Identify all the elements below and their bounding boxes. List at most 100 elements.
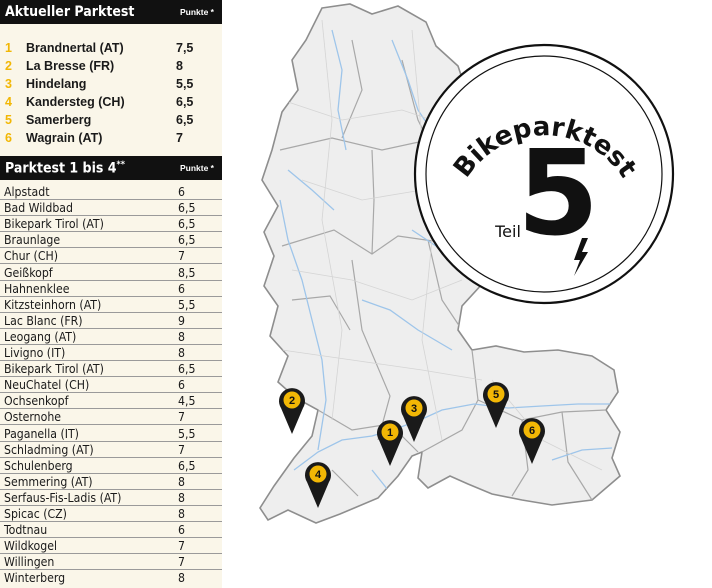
previous-test-row: Kitzsteinhorn (AT) 5,5 (0, 297, 222, 313)
park-name: Livigno (IT) (4, 346, 66, 360)
park-score: 8 (178, 507, 185, 521)
park-name: Ochsenkopf (4, 394, 69, 409)
previous-test-row: Bad Wildbad 6,5 (0, 200, 222, 217)
previous-test-row: Braunlage 6,5 (0, 232, 222, 249)
park-name: Schulenberg (4, 458, 73, 473)
park-name: Semmering (AT) (4, 474, 93, 489)
current-test-row: 5 Samerberg 6,5 (0, 112, 222, 129)
rank-number: 4 (5, 95, 12, 109)
park-score: 4,5 (178, 394, 196, 409)
park-name: Bikepark Tirol (AT) (4, 217, 104, 232)
current-test-header: Aktueller Parktest Punkte * (0, 0, 222, 24)
previous-test-row: Semmering (AT) 8 (0, 474, 222, 490)
park-score: 8 (178, 346, 185, 360)
badge-number: 5 (517, 124, 599, 262)
park-name: Willingen (4, 555, 55, 570)
park-score: 6,5 (176, 95, 194, 109)
park-score: 6,5 (178, 233, 196, 248)
park-score: 6 (178, 378, 185, 393)
rank-number: 1 (5, 41, 12, 55)
park-name: Kitzsteinhorn (AT) (4, 297, 102, 312)
park-name: Paganella (IT) (4, 426, 79, 441)
park-name: NeuChatel (CH) (4, 378, 90, 393)
park-name: Samerberg (26, 113, 92, 127)
previous-tests-header: Parktest 1 bis 4** Punkte * (0, 156, 222, 180)
previous-test-row: Leogang (AT) 8 (0, 329, 222, 345)
park-name: Brandnertal (AT) (26, 41, 124, 55)
marker-number: 3 (411, 403, 417, 415)
bikeparktest-badge: Bikeparktest 5 Teil (413, 43, 675, 305)
park-score: 6,5 (178, 217, 196, 232)
current-test-row: 6 Wagrain (AT) 7 (0, 130, 222, 147)
current-test-title: Aktueller Parktest (5, 4, 135, 20)
previous-test-row: Schulenberg 6,5 (0, 458, 222, 474)
previous-test-row: Winterberg 8 (0, 570, 222, 586)
park-name: Alpstadt (4, 185, 50, 199)
park-name: Todtnau (4, 523, 48, 538)
park-score: 8 (178, 490, 185, 505)
previous-tests-points-header: Punkte * (179, 163, 214, 173)
park-score: 8,5 (178, 265, 196, 280)
park-score: 6 (178, 281, 185, 296)
park-score: 7 (178, 539, 185, 554)
previous-test-row: Osternohe 7 (0, 409, 222, 426)
badge-part-label: Teil (494, 222, 521, 241)
region-map: Bikeparktest 5 Teil 1 2 3 4 5 6 (259, 3, 675, 524)
previous-test-row: Paganella (IT) 5,5 (0, 426, 222, 442)
marker-number: 4 (315, 469, 322, 481)
previous-test-row: Livigno (IT) 8 (0, 345, 222, 361)
marker-number: 6 (529, 425, 535, 437)
park-name: Hahnenklee (4, 281, 70, 296)
park-score: 5,5 (176, 77, 194, 91)
park-name: Spicac (CZ) (4, 507, 67, 521)
marker-number: 1 (387, 427, 393, 439)
park-score: 6 (178, 523, 185, 538)
park-name: Kandersteg (CH) (26, 95, 125, 109)
previous-test-row: Bikepark Tirol (AT) 6,5 (0, 361, 222, 378)
park-score: 6 (178, 185, 185, 199)
park-score: 7 (178, 410, 185, 425)
park-score: 7,5 (176, 41, 194, 55)
park-name: Osternohe (4, 410, 62, 425)
current-test-row: 2 La Bresse (FR) 8 (0, 58, 222, 75)
park-score: 6,5 (178, 201, 196, 216)
park-name: Bikepark Tirol (AT) (4, 362, 104, 377)
park-score: 8 (178, 571, 185, 586)
park-name: La Bresse (FR) (26, 59, 115, 73)
location-marker-2[interactable]: 2 (279, 388, 305, 434)
previous-test-row: Geißkopf 8,5 (0, 265, 222, 281)
current-test-row: 4 Kandersteg (CH) 6,5 (0, 94, 222, 111)
rank-number: 6 (5, 131, 12, 145)
park-name: Braunlage (4, 233, 61, 248)
rank-number: 5 (5, 113, 12, 127)
park-name: Chur (CH) (4, 249, 59, 264)
park-name: Wagrain (AT) (26, 131, 103, 145)
park-name: Schladming (AT) (4, 442, 94, 457)
rank-number: 2 (5, 59, 12, 73)
park-score: 5,5 (178, 297, 196, 312)
park-score: 8 (176, 59, 183, 73)
marker-number: 5 (493, 389, 499, 401)
previous-test-row: Lac Blanc (FR) 9 (0, 313, 222, 329)
previous-test-row: NeuChatel (CH) 6 (0, 377, 222, 394)
previous-tests-title-text: Parktest 1 bis 4 (5, 160, 117, 177)
previous-test-row: Serfaus-Fis-Ladis (AT) 8 (0, 490, 222, 506)
park-name: Winterberg (4, 571, 66, 586)
park-score: 7 (178, 555, 185, 570)
previous-test-row: Hahnenklee 6 (0, 281, 222, 297)
park-name: Lac Blanc (FR) (4, 313, 83, 328)
previous-test-row: Ochsenkopf 4,5 (0, 393, 222, 410)
park-name: Wildkogel (4, 539, 58, 554)
previous-test-row: Alpstadt 6 (0, 184, 222, 200)
park-score: 6,5 (178, 362, 196, 377)
current-test-row: 3 Hindelang 5,5 (0, 76, 222, 93)
current-test-points-header: Punkte * (179, 7, 214, 17)
park-score: 6,5 (178, 458, 196, 473)
park-score: 7 (176, 131, 183, 145)
park-name: Bad Wildbad (4, 201, 73, 216)
park-name: Leogang (AT) (4, 329, 77, 344)
previous-tests-footnote-mark: ** (116, 160, 125, 170)
park-score: 7 (178, 442, 185, 457)
current-test-row: 1 Brandnertal (AT) 7,5 (0, 40, 222, 57)
previous-test-row: Willingen 7 (0, 554, 222, 571)
